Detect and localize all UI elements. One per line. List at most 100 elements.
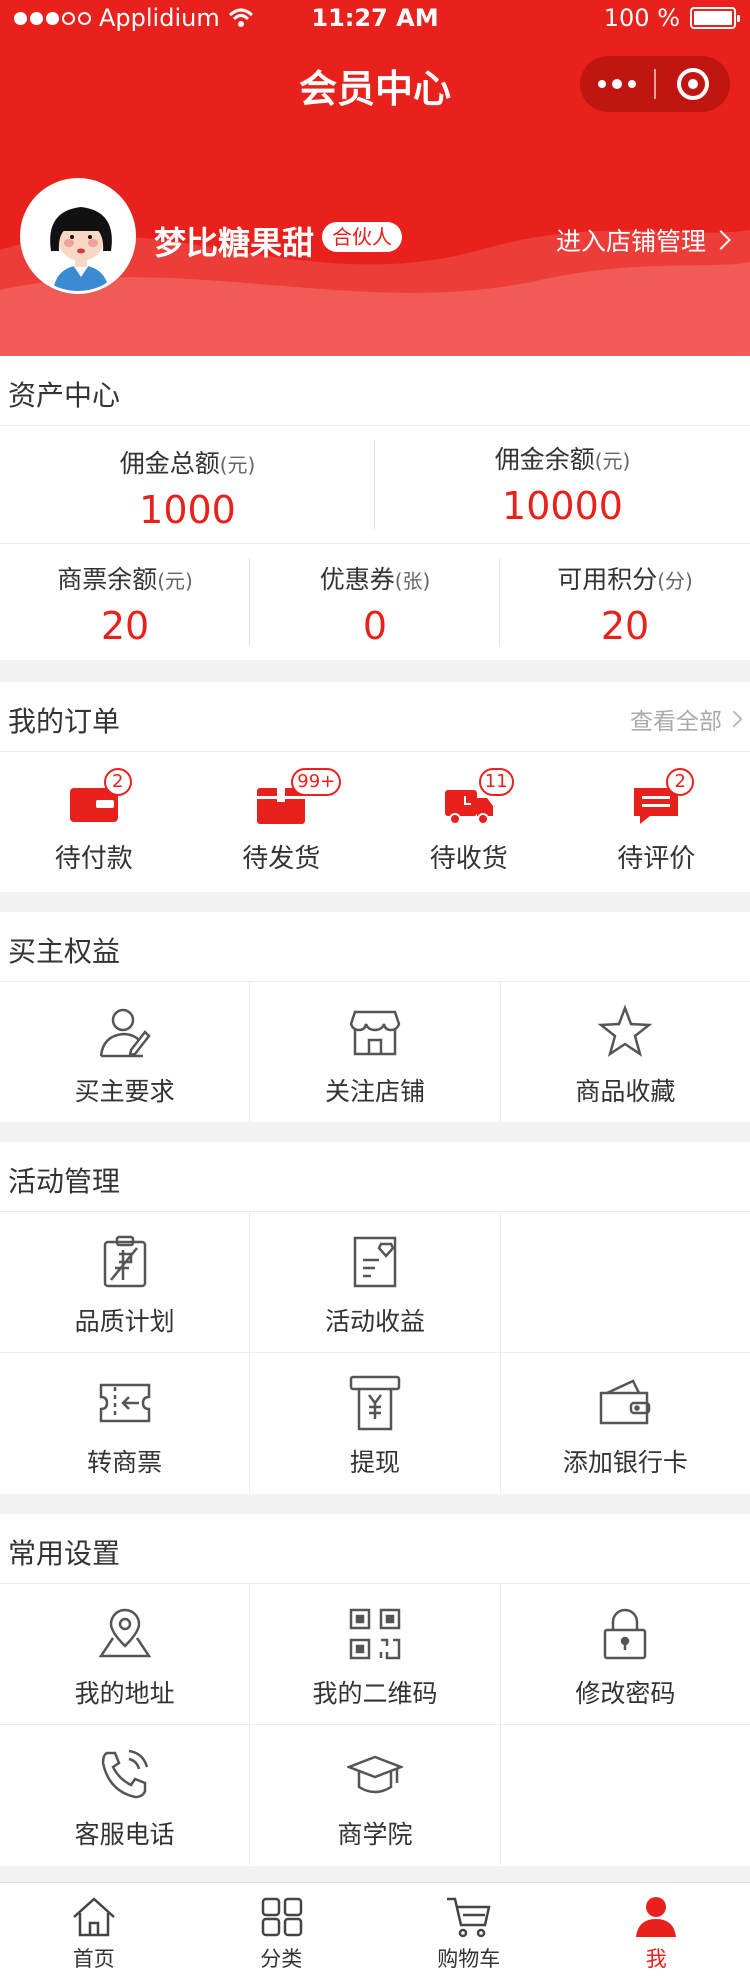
order-count-badge: 2 [103, 768, 132, 796]
grid-item-add-bank-card[interactable]: 添加银行卡 [501, 1353, 750, 1493]
tab-me[interactable]: 我 [563, 1883, 750, 1983]
section-title: 资产中心 [8, 379, 121, 412]
grid-item-transfer-ticket[interactable]: 转商票 [0, 1353, 251, 1493]
order-pending-shipment[interactable]: 99+ 待发货 [188, 752, 376, 892]
grid-item-label: 关注店铺 [324, 1077, 425, 1106]
asset-label: 可用积分 [557, 565, 658, 594]
asset-value: 10000 [502, 484, 623, 528]
lock-icon [597, 1606, 653, 1662]
grid-item-change-password[interactable]: 修改密码 [501, 1584, 750, 1724]
grid-item-quality-plan[interactable]: 品质计划 [0, 1212, 251, 1352]
order-pending-review[interactable]: 2 待评价 [563, 752, 750, 892]
grid-item-label: 买主要求 [74, 1077, 175, 1106]
grid-item-my-address[interactable]: 我的地址 [0, 1584, 251, 1724]
tab-label: 首页 [72, 1947, 115, 1971]
grid-item-label: 商品收藏 [575, 1077, 676, 1106]
user-edit-icon [97, 1004, 153, 1060]
order-pending-payment[interactable]: 2 待付款 [0, 752, 188, 892]
order-count-badge: 99+ [291, 768, 342, 796]
grid-item-label: 添加银行卡 [562, 1448, 688, 1477]
section-title: 买主权益 [8, 935, 121, 968]
order-label: 待评价 [617, 844, 696, 874]
order-count-badge: 11 [478, 768, 514, 796]
comment-icon: 2 [630, 768, 695, 826]
grid-item-activity-income[interactable]: 活动收益 [250, 1212, 501, 1352]
tab-label: 分类 [260, 1947, 303, 1971]
bank-card-icon [597, 1375, 653, 1431]
tab-home[interactable]: 首页 [0, 1883, 188, 1983]
grid-item-withdraw[interactable]: 提现 [250, 1353, 501, 1493]
phone-icon [97, 1747, 153, 1803]
order-label: 待收货 [429, 844, 508, 874]
avatar[interactable] [20, 178, 136, 294]
header-wave-decoration [0, 230, 750, 356]
asset-value: 20 [100, 604, 150, 648]
transfer-ticket-icon [97, 1375, 153, 1431]
asset-label: 佣金余额 [494, 445, 595, 474]
asset-commission-balance[interactable]: 佣金余额(元) 10000 [375, 426, 750, 543]
more-icon[interactable] [580, 56, 654, 112]
grid-item-label: 商学院 [337, 1820, 413, 1849]
battery-icon [690, 7, 740, 29]
grid-empty-cell [501, 1725, 750, 1865]
grid-item-label: 客服电话 [74, 1820, 175, 1849]
cart-icon [445, 1895, 493, 1939]
activity-management-section: 活动管理 品质计划 活动收益 转商票 提现 添加银行卡 [0, 1142, 750, 1494]
asset-value: 0 [362, 604, 388, 648]
section-title: 我的订单 [8, 705, 121, 738]
view-all-orders-link[interactable]: 查看全部 [630, 702, 743, 736]
tab-bar: 首页 分类 购物车 我 [0, 1882, 750, 1983]
status-bar: Applidium 11:27 AM 100 % [0, 0, 750, 38]
asset-commission-total[interactable]: 佣金总额(元) 1000 [0, 426, 375, 543]
asset-coupons[interactable]: 优惠券(张) 0 [250, 544, 500, 660]
chevron-right-icon [711, 230, 731, 250]
asset-label: 佣金总额 [119, 449, 220, 478]
order-label: 待发货 [242, 844, 321, 874]
grid-item-my-qr-code[interactable]: 我的二维码 [250, 1584, 501, 1724]
truck-icon: 11 [443, 768, 514, 826]
grid-item-service-phone[interactable]: 客服电话 [0, 1725, 251, 1865]
grid-item-label: 提现 [349, 1448, 400, 1477]
graduation-cap-icon [345, 1747, 405, 1803]
category-icon [257, 1895, 305, 1939]
grid-item-label: 活动收益 [324, 1307, 425, 1336]
qr-code-icon [347, 1606, 403, 1662]
asset-unit: (元) [157, 569, 193, 593]
tab-label: 购物车 [437, 1947, 501, 1971]
miniprogram-capsule [580, 56, 730, 112]
store-management-label: 进入店铺管理 [555, 227, 706, 256]
asset-label: 优惠券 [319, 565, 395, 594]
asset-center-section: 资产中心 佣金总额(元) 1000 佣金余额(元) 10000 商票余额(元) … [0, 356, 750, 660]
order-count-badge: 2 [666, 768, 695, 796]
store-icon [347, 1004, 403, 1060]
grid-item-follow-store[interactable]: 关注店铺 [250, 982, 501, 1122]
grid-item-business-school[interactable]: 商学院 [250, 1725, 501, 1865]
asset-unit: (元) [219, 453, 256, 477]
asset-unit: (元) [594, 449, 631, 473]
asset-points[interactable]: 可用积分(分) 20 [500, 544, 750, 660]
tab-cart[interactable]: 购物车 [375, 1883, 563, 1983]
buyer-rights-section: 买主权益 买主要求 关注店铺 商品收藏 [0, 912, 750, 1122]
package-icon: 99+ [255, 768, 342, 826]
close-miniprogram-icon[interactable] [656, 56, 730, 112]
asset-value: 20 [600, 604, 650, 648]
chevron-right-icon [725, 710, 743, 728]
common-settings-section: 常用设置 我的地址 我的二维码 修改密码 客服电话 商学院 [0, 1514, 750, 1866]
grid-item-label: 品质计划 [74, 1307, 175, 1336]
grid-item-label: 转商票 [87, 1448, 163, 1477]
star-icon [597, 1004, 653, 1060]
header: Applidium 11:27 AM 100 % 会员中心 梦比糖果甜 合伙人 … [0, 0, 750, 356]
asset-ticket-balance[interactable]: 商票余额(元) 20 [0, 544, 250, 660]
grid-item-favorites[interactable]: 商品收藏 [501, 982, 750, 1122]
section-title: 常用设置 [8, 1537, 121, 1570]
home-icon [70, 1895, 118, 1939]
store-management-link[interactable]: 进入店铺管理 [555, 222, 731, 258]
view-all-label: 查看全部 [630, 709, 722, 735]
user-icon [632, 1895, 680, 1939]
grid-empty-cell [501, 1212, 750, 1352]
order-pending-receipt[interactable]: 11 待收货 [375, 752, 563, 892]
tab-category[interactable]: 分类 [188, 1883, 376, 1983]
my-orders-section: 我的订单 查看全部 2 待付款 99+ 待发货 11 待收货 2 待评价 [0, 682, 750, 892]
grid-item-buyer-requirements[interactable]: 买主要求 [0, 982, 251, 1122]
grid-item-label: 我的二维码 [312, 1679, 438, 1708]
